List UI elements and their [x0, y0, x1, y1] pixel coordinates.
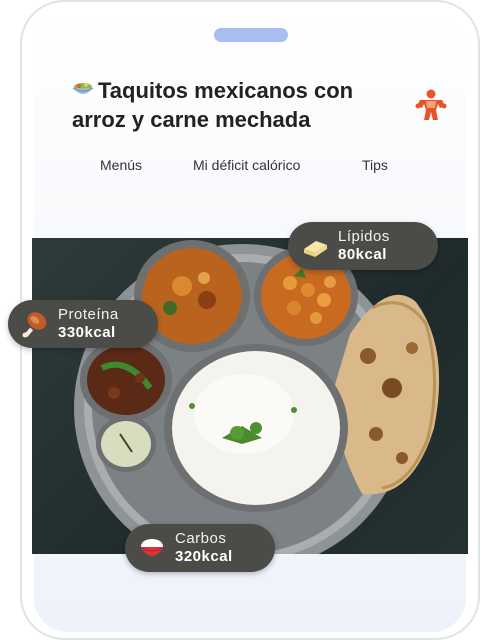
drumstick-icon — [22, 312, 47, 338]
lipids-label: Lípidos — [338, 228, 390, 245]
lipids-value: 80kcal — [338, 246, 387, 263]
macro-lipids-badge: Lípidos 80kcal — [288, 222, 438, 270]
phone-notch — [214, 28, 288, 42]
tab-caloric-deficit[interactable]: Mi déficit calórico — [193, 157, 300, 173]
muscle-figure-icon[interactable] — [412, 86, 450, 124]
rice-bowl-icon — [139, 539, 165, 556]
recipe-title-line2: arroz y carne mechada — [72, 107, 311, 132]
tab-bar: Menús Mi déficit calórico Tips — [0, 157, 500, 177]
recipe-header: Taquitos mexicanos con arroz y carne mec… — [72, 76, 412, 134]
protein-label: Proteína — [58, 306, 119, 323]
tab-menus[interactable]: Menús — [100, 157, 142, 173]
protein-value: 330kcal — [58, 324, 116, 341]
butter-icon — [304, 241, 327, 257]
carbs-value: 320kcal — [175, 548, 233, 565]
meal-photo — [32, 238, 468, 554]
macro-carbs-badge: Carbos 320kcal — [125, 524, 275, 572]
salad-bowl-icon — [72, 83, 94, 94]
tab-tips[interactable]: Tips — [362, 157, 388, 173]
carbs-label: Carbos — [175, 530, 227, 547]
recipe-title: Taquitos mexicanos con arroz y carne mec… — [72, 76, 412, 134]
thali-meal-photo — [74, 240, 440, 554]
recipe-title-line1: Taquitos mexicanos con — [98, 78, 354, 103]
macro-protein-badge: Proteína 330kcal — [8, 300, 158, 348]
